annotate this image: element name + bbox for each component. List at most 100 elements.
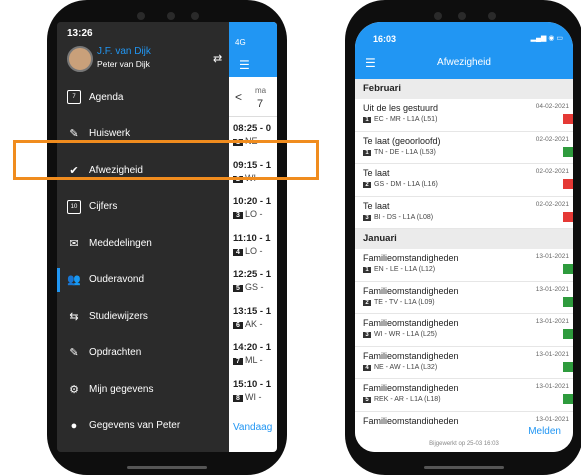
lesson-item[interactable]: 10:20 - 1 3 LO - [233,196,277,230]
lesson-number: 1 [363,149,371,156]
lesson-number: 5 [363,397,371,403]
absence-detail: 1 EN - LE - L1A (L12) [363,266,435,273]
absence-detail-text: EC - MR - L1A (L51) [374,116,438,123]
lesson-number: 7 [233,358,243,365]
lesson-subject-text: ML - [245,355,263,365]
lesson-time: 12:25 - 1 [233,269,272,280]
lesson-item[interactable]: 12:25 - 1 5 GS - [233,269,277,303]
lesson-time: 08:25 - 0 [233,123,272,134]
menu-item[interactable]: 10 Cijfers [57,189,229,226]
menu-item[interactable]: ✉ Mededelingen [57,225,229,262]
lesson-item[interactable]: 11:10 - 1 4 LO - [233,233,277,267]
lesson-time: 14:20 - 1 [233,342,272,353]
absence-date: 02-02-2021 [535,135,569,143]
absence-title: Familieomstandigheden [363,318,459,328]
parent-meeting-icon: 👥 [67,274,81,287]
absence-title: Te laat [363,200,390,211]
list-item[interactable]: Familieomstandigheden 5 REK - AR - L1A (L1… [355,379,573,412]
absence-detail-text: NE - AW - L1A (L32) [374,363,438,371]
menu-item[interactable]: ⇆ Studiewijzers [57,298,229,335]
lesson-time: 10:20 - 1 [233,196,272,207]
person-icon: ● [70,419,78,432]
menu-item[interactable]: ℹOver deze app [57,444,229,452]
absence-date: 13-01-2021 [535,253,569,260]
hamburger-menu-icon[interactable]: ☰ [239,58,250,72]
absence-detail: 3 WI - WR - L1A (L25) [363,331,437,338]
lesson-item[interactable]: 15:10 - 1 8 WI - [233,379,277,413]
lesson-time: 11:10 - 1 [233,232,271,244]
network-status: 4G [235,38,246,47]
lesson-item[interactable]: 13:15 - 1 6 AK - [233,306,277,340]
list-item[interactable]: Familieomstandigheden6AK - RH - L1A (L21… [355,412,573,425]
absence-date: 04-02-2021 [535,103,569,110]
active-indicator [57,267,60,292]
avatar[interactable] [67,46,93,72]
absence-title: Te laat (geoorloofd) [363,135,441,146]
absence-list: Februari Uit de les gestuurd 1 EC - MR - L1… [355,79,573,424]
lesson-number: 3 [233,212,243,219]
absence-title: Familieomstandigheden [363,253,459,263]
absence-detail-text: REK - AR - L1A (L18) [374,396,441,403]
absence-detail: 2 TE - TV - L1A (L09) [363,299,435,306]
list-item[interactable]: Familieomstandigheden 1 EN - LE - L1A (L12… [355,249,573,282]
lesson-number: 2 [363,299,371,306]
status-badge [563,329,573,339]
lesson-subject: 6 AK - [233,319,277,329]
date-day: ma [255,86,267,95]
list-item[interactable]: Te laat 3 BI - DS - L1A (L08) 02-02-2021 [355,197,573,229]
menu-item[interactable]: 👥 Ouderavond [57,262,229,299]
home-indicator [424,466,504,469]
lesson-time: 13:15 - 1 [233,305,272,317]
absence-detail-text: EN - LE - L1A (L12) [374,266,436,273]
list-item[interactable]: Familieomstandigheden 3 WI - WR - L1A (L25… [355,314,573,347]
menu-item-label: Opdrachten [89,347,142,359]
drawer-menu: 7 Agenda ✎ Huiswerk ✔ Afwezigheid 10 Cijfers ✉ Me… [57,79,229,452]
status-badge [563,264,573,274]
menu-item[interactable]: ⚙ Mijn gegevens [57,371,229,408]
chevron-left-icon[interactable]: < [235,90,242,104]
absence-date: 02-02-2021 [535,200,569,208]
menu-item[interactable]: ● Gegevens van Peter [57,408,229,445]
lesson-time: 15:10 - 1 [233,378,272,390]
list-item[interactable]: Te laat 2 GS - DM - L1A (L16) 02-02-2021 [355,164,573,197]
lesson-number: 3 [363,214,371,221]
report-button[interactable]: Melden [528,426,561,437]
status-badge [563,146,573,157]
lesson-subject: 4 LO - [233,246,277,256]
lesson-subject-text: AK - [245,318,263,329]
date-navigator: < ma 7 [229,82,277,117]
switch-account-icon[interactable]: ⇄ [213,52,222,65]
list-item[interactable]: Uit de les gestuurd 1 EC - MR - L1A (L51) 0… [355,99,573,132]
list-item[interactable]: Familieomstandigheden 2 TE - TV - L1A (L09… [355,282,573,314]
absence-detail-text: TE - TV - L1A (L09) [374,298,435,306]
lesson-subject-text: LO - [245,209,263,219]
lesson-subject: 5 GS - [233,282,277,292]
home-indicator [127,466,207,469]
updated-label: Bijgewerkt op 25-03 16:03 [429,441,499,447]
menu-item[interactable]: ✎ Opdrachten [57,335,229,372]
lesson-number: 4 [233,248,243,256]
footer: Melden Bijgewerkt op 25-03 16:03 [355,424,573,452]
app-header: 16:03 ▂▄▆ ◉ ▭ ☰ Afwezigheid [355,22,573,79]
today-button[interactable]: Vandaag [233,422,272,433]
lesson-subject: 7 ML - [233,355,277,365]
absence-detail-text: GS - DM - L1A (L16) [374,181,438,188]
menu-item-label: Ouderavond [89,274,145,286]
absence-detail-text: WI - WR - L1A (L25) [374,331,438,338]
menu-item[interactable]: 7 Agenda [57,79,229,116]
menu-item-label: Gegevens van Peter [89,420,181,432]
absence-date: 02-02-2021 [535,168,569,175]
section-header: Februari [355,79,573,99]
lesson-number: 8 [233,394,243,402]
absence-detail-text: BI - DS - L1A (L08) [374,213,434,221]
status-time: 16:03 [373,34,397,44]
date-number: 7 [257,98,264,110]
absence-date: 13-01-2021 [535,350,569,358]
status-icons: ▂▄▆ ◉ ▭ [530,35,563,42]
list-item[interactable]: Familieomstandigheden 4 NE - AW - L1A (L32… [355,347,573,379]
list-item[interactable]: Te laat (geoorloofd) 1 TN - DE - L1A (L53)… [355,132,573,164]
grades-icon: 10 [67,199,81,214]
menu-item-label: Mededelingen [89,237,152,249]
absence-title: Te laat [363,168,390,178]
lesson-item[interactable]: 14:20 - 1 7 ML - [233,342,277,376]
